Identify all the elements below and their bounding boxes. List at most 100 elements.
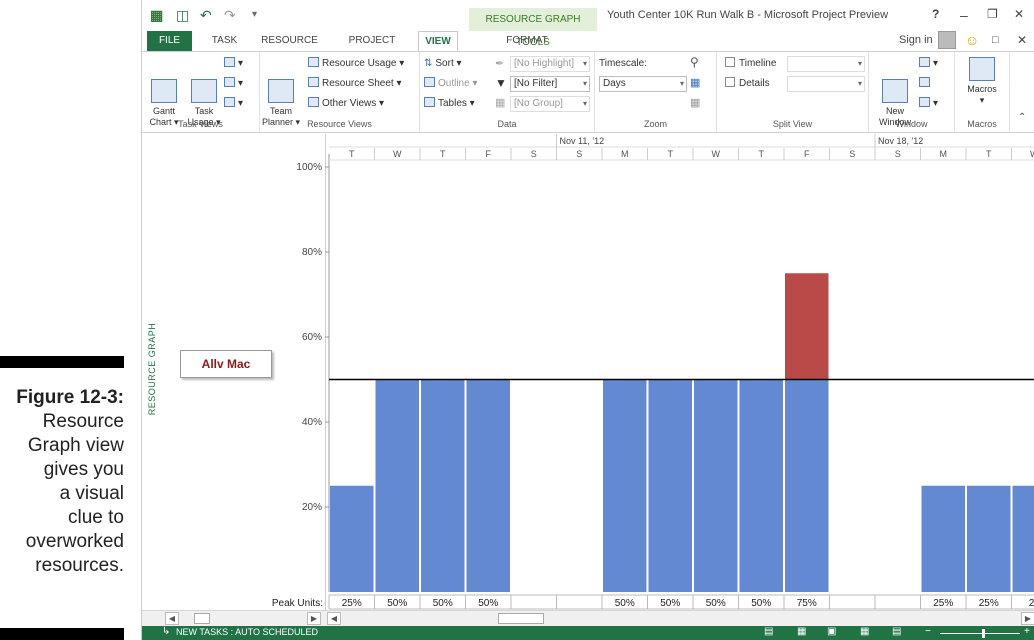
zoom-out-icon[interactable]: − bbox=[925, 626, 931, 637]
macros-button[interactable]: Macros ▾ bbox=[961, 57, 1003, 106]
undo-icon[interactable]: ↶ bbox=[200, 7, 212, 24]
tab-task[interactable]: TASK bbox=[202, 31, 247, 51]
graph-scroll-thumb[interactable] bbox=[498, 613, 544, 624]
zoom-in-icon[interactable]: + bbox=[1024, 626, 1030, 637]
save-icon[interactable]: ◫ bbox=[176, 7, 189, 24]
resource-graph-view: RESOURCE GRAPH Allv Mac 100% 80% 60% 40% 20%… bbox=[142, 134, 1034, 626]
task-usage-icon bbox=[191, 79, 217, 103]
feedback-smiley-icon[interactable]: ☺ bbox=[965, 32, 979, 48]
resource-usage-button[interactable]: Resource Usage ▾ bbox=[308, 56, 404, 72]
tab-view[interactable]: VIEW bbox=[418, 31, 458, 51]
hide-window-icon bbox=[919, 77, 930, 87]
resource-graph-chart: 100% 80% 60% 40% 20% Nov 11, '12 Nov 18, '12 T W… bbox=[272, 134, 1034, 610]
group-label: Window bbox=[895, 119, 928, 129]
outline-button[interactable]: Outline ▾ bbox=[424, 76, 477, 92]
peak-units-value: 50% bbox=[478, 598, 498, 609]
tab-resource[interactable]: RESOURCE bbox=[257, 31, 322, 51]
y-tick-label: 60% bbox=[302, 332, 322, 343]
other-task-views-button[interactable]: ▾ bbox=[224, 96, 243, 112]
close-button[interactable]: ✕ bbox=[1014, 7, 1024, 21]
title-bar: ▦ ◫ ↶ ↷ ▾ RESOURCE GRAPH TOOLS Youth Cen… bbox=[142, 0, 1034, 48]
filter-select[interactable]: [No Filter] ▾ bbox=[510, 76, 590, 92]
chevron-down-icon: ▾ bbox=[679, 79, 684, 88]
allocation-bar bbox=[648, 379, 692, 592]
left-pane-scroll-thumb[interactable] bbox=[194, 613, 210, 624]
customize-qat-icon[interactable]: ▾ bbox=[252, 9, 257, 20]
zoom-icon[interactable]: ⚲ bbox=[690, 55, 699, 69]
resource-sheet-button[interactable]: Resource Sheet ▾ bbox=[308, 76, 402, 92]
gantt-view-shortcut-icon[interactable]: ▤ bbox=[764, 626, 773, 637]
checkbox-box bbox=[725, 77, 735, 87]
details-view-select[interactable]: ▾ bbox=[787, 76, 865, 92]
team-planner-icon bbox=[268, 79, 294, 103]
calendar-icon bbox=[224, 77, 235, 87]
sort-button[interactable]: ⇅ Sort ▾ bbox=[424, 56, 462, 72]
hide-button[interactable] bbox=[919, 76, 933, 92]
week-label: Nov 18, '12 bbox=[878, 136, 923, 146]
allocation-bar bbox=[785, 379, 829, 592]
arrange-all-button[interactable]: ▾ bbox=[919, 56, 938, 72]
new-window-icon bbox=[882, 79, 908, 103]
day-label: T bbox=[986, 149, 992, 159]
y-tick-label: 40% bbox=[302, 417, 322, 428]
resource-sheet-icon bbox=[308, 77, 319, 87]
sort-icon: ⇅ bbox=[424, 58, 433, 69]
selected-tasks-icon[interactable]: ▦ bbox=[690, 96, 700, 109]
help-button[interactable]: ? bbox=[932, 7, 939, 21]
other-views-button[interactable]: Other Views ▾ bbox=[308, 96, 384, 112]
day-label: T bbox=[668, 149, 674, 159]
tab-file[interactable]: FILE bbox=[147, 31, 192, 51]
context-tab-label: RESOURCE GRAPH TOOLS bbox=[469, 8, 597, 48]
tab-format[interactable]: FORMAT bbox=[497, 31, 557, 51]
timeline-checkbox[interactable]: Timeline bbox=[725, 57, 776, 71]
day-label: F bbox=[486, 149, 492, 159]
tab-project[interactable]: PROJECT bbox=[342, 31, 402, 51]
calendar-view-button[interactable]: ▾ bbox=[224, 76, 243, 92]
ribbon-close-icon[interactable]: ✕ bbox=[1017, 33, 1027, 47]
zoom-slider-thumb[interactable] bbox=[982, 629, 985, 638]
scroll-right-button[interactable]: ▶ bbox=[307, 612, 321, 625]
scroll-left-button[interactable]: ◀ bbox=[165, 612, 179, 625]
tables-button[interactable]: Tables ▾ bbox=[424, 96, 475, 112]
network-diagram-icon bbox=[224, 57, 235, 67]
group-window: New Window ▾ ▾ Window bbox=[869, 52, 955, 132]
task-usage-shortcut-icon[interactable]: ▦ bbox=[797, 626, 806, 637]
group-select[interactable]: [No Group] ▾ bbox=[510, 96, 590, 112]
timeline-view-select[interactable]: ▾ bbox=[787, 56, 865, 72]
sign-in-link[interactable]: Sign in bbox=[899, 34, 933, 46]
task-mode-status[interactable]: NEW TASKS : AUTO SCHEDULED bbox=[176, 627, 318, 637]
scroll-right-button-graph[interactable]: ▶ bbox=[1021, 612, 1034, 625]
switch-windows-button[interactable]: ▾ bbox=[919, 96, 938, 112]
ribbon-tabs: FILE TASK RESOURCE PROJECT VIEW FORMAT S… bbox=[142, 31, 1034, 51]
network-diagram-button[interactable]: ▾ bbox=[224, 56, 243, 72]
collapse-ribbon-icon[interactable]: ⌃ bbox=[1018, 112, 1026, 123]
caption-line: Graph view bbox=[27, 435, 124, 456]
scroll-left-button-graph[interactable]: ◀ bbox=[327, 612, 341, 625]
entire-project-icon[interactable]: ▦ bbox=[690, 76, 700, 89]
timescale-select[interactable]: Days ▾ bbox=[599, 76, 687, 92]
window-title: Youth Center 10K Run Walk B - Microsoft … bbox=[607, 9, 889, 21]
minimize-button[interactable]: – bbox=[960, 7, 968, 23]
resource-sheet-shortcut-icon[interactable]: ▦ bbox=[860, 626, 869, 637]
arrange-all-icon bbox=[919, 57, 930, 67]
details-checkbox[interactable]: Details bbox=[725, 77, 770, 91]
status-bar: ↳ NEW TASKS : AUTO SCHEDULED ▤ ▦ ▣ ▦ ▤ −… bbox=[142, 626, 1034, 640]
avatar[interactable] bbox=[938, 31, 956, 49]
allocation-bar bbox=[375, 379, 419, 592]
redo-icon[interactable]: ↷ bbox=[224, 7, 236, 24]
figure-root: Figure 12-3: Resource Graph view gives y… bbox=[0, 0, 1034, 640]
zoom-slider-track[interactable] bbox=[940, 633, 1020, 634]
project-window: ▦ ◫ ↶ ↷ ▾ RESOURCE GRAPH TOOLS Youth Cen… bbox=[141, 0, 1034, 640]
allocation-bar bbox=[739, 379, 783, 592]
week-label: Nov 11, '12 bbox=[560, 136, 605, 146]
day-label: S bbox=[849, 149, 855, 159]
chevron-down-icon: ▾ bbox=[582, 99, 587, 108]
checkbox-box bbox=[725, 57, 735, 67]
report-shortcut-icon[interactable]: ▤ bbox=[892, 626, 901, 637]
allocation-bar bbox=[694, 379, 738, 592]
team-planner-shortcut-icon[interactable]: ▣ bbox=[827, 626, 836, 637]
ribbon-restore-icon[interactable]: □ bbox=[992, 34, 999, 46]
allocation-bar bbox=[967, 485, 1011, 592]
highlight-select[interactable]: [No Highlight] ▾ bbox=[510, 56, 590, 72]
restore-button[interactable]: ❐ bbox=[987, 7, 998, 21]
